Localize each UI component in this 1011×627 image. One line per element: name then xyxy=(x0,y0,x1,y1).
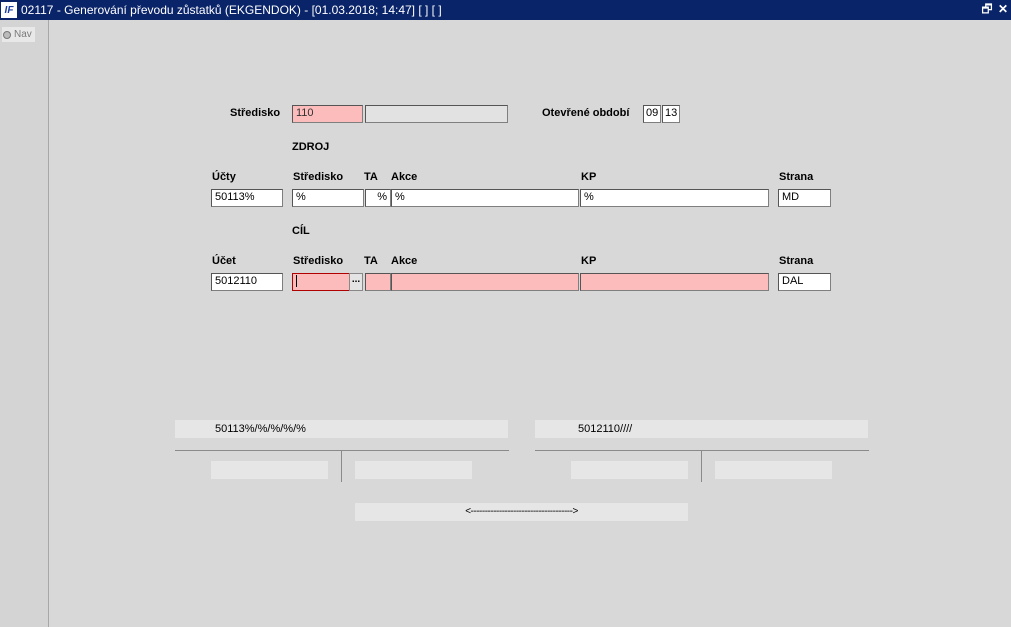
nav-label: Nav xyxy=(14,29,32,40)
cil-stredisko-lookup-button[interactable]: ... xyxy=(349,273,363,291)
cil-col-ta: TA xyxy=(364,255,378,267)
obdobi-month-field[interactable]: 09 xyxy=(643,105,661,123)
cil-section-label: CÍL xyxy=(292,225,310,237)
radio-icon xyxy=(3,30,11,39)
zdroj-col-kp: KP xyxy=(581,171,597,183)
zdroj-akce-input[interactable]: % xyxy=(391,189,579,207)
cil-stredisko-input[interactable] xyxy=(292,273,350,291)
cil-col-stredisko: Středisko xyxy=(293,255,344,267)
cil-ucet-input[interactable]: 5012110 xyxy=(211,273,283,291)
window-title: 02117 - Generování převodu zůstatků (EKG… xyxy=(21,3,442,17)
app-logo-icon: IF xyxy=(1,2,17,18)
cil-akce-input[interactable] xyxy=(391,273,579,291)
target-sub-panel-1 xyxy=(571,461,688,479)
cil-col-akce: Akce xyxy=(391,255,418,267)
zdroj-ta-input[interactable]: % xyxy=(365,189,391,207)
zdroj-section-label: ZDROJ xyxy=(292,141,330,153)
source-sub-panel-2 xyxy=(355,461,472,479)
left-nav-pane: Nav xyxy=(0,20,49,627)
divider-right-vertical xyxy=(701,450,702,482)
cil-strana-input[interactable]: DAL xyxy=(778,273,831,291)
cil-ta-input[interactable] xyxy=(365,273,391,291)
transfer-arrow-panel: <------------------------------------> xyxy=(355,503,688,521)
stredisko-label: Středisko xyxy=(230,107,281,119)
zdroj-col-ta: TA xyxy=(364,171,378,183)
zdroj-kp-input[interactable]: % xyxy=(580,189,769,207)
stredisko-name-field xyxy=(365,105,508,123)
source-mask-panel: 50113%/%/%/%/% xyxy=(175,420,508,438)
cil-col-strana: Strana xyxy=(779,255,814,267)
zdroj-ucty-input[interactable]: 50113% xyxy=(211,189,283,207)
text-caret xyxy=(296,275,297,288)
cil-col-kp: KP xyxy=(581,255,597,267)
stredisko-input[interactable]: 110 xyxy=(292,105,363,123)
target-mask-panel: 5012110//// xyxy=(535,420,868,438)
cil-col-ucet: Účet xyxy=(212,255,236,267)
close-icon[interactable]: ✕ xyxy=(996,2,1010,17)
zdroj-col-stredisko: Středisko xyxy=(293,171,344,183)
restore-icon[interactable]: 🗗 xyxy=(980,2,994,17)
target-sub-panel-2 xyxy=(715,461,832,479)
divider-left-vertical xyxy=(341,450,342,482)
cil-kp-input[interactable] xyxy=(580,273,769,291)
obdobi-label: Otevřené období xyxy=(542,107,630,119)
obdobi-year-field[interactable]: 13 xyxy=(662,105,680,123)
source-sub-panel-1 xyxy=(211,461,328,479)
zdroj-stredisko-input[interactable]: % xyxy=(292,189,364,207)
window-titlebar: IF 02117 - Generování převodu zůstatků (… xyxy=(0,0,1011,20)
nav-button[interactable]: Nav xyxy=(2,27,35,42)
zdroj-col-akce: Akce xyxy=(391,171,418,183)
zdroj-col-ucty: Účty xyxy=(212,171,236,183)
zdroj-col-strana: Strana xyxy=(779,171,814,183)
divider-right xyxy=(535,450,869,451)
divider-left xyxy=(175,450,509,451)
zdroj-strana-input[interactable]: MD xyxy=(778,189,831,207)
